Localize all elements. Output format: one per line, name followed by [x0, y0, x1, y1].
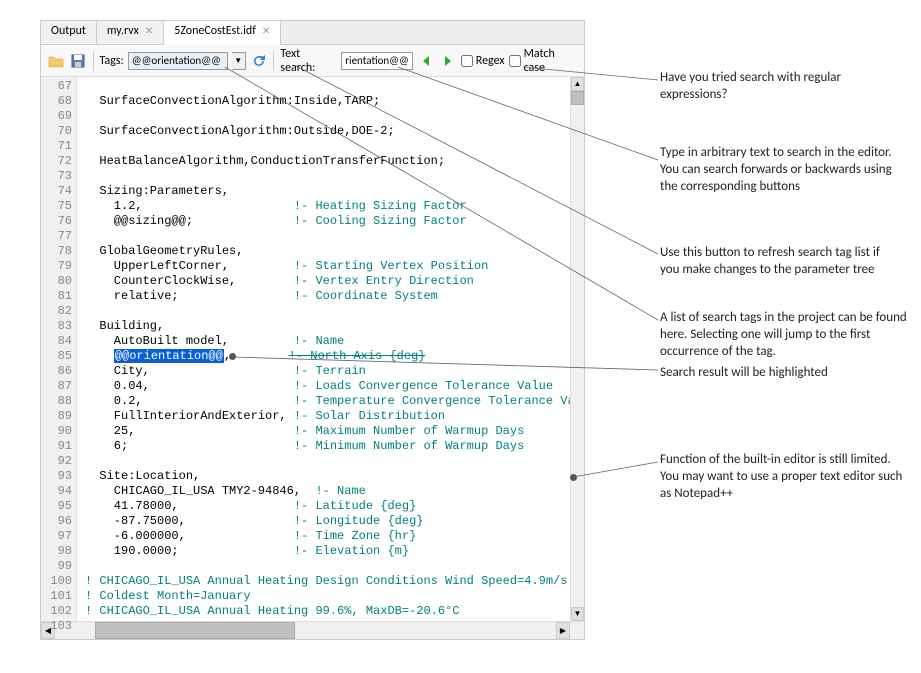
regex-checkbox-wrap[interactable]: Regex — [461, 54, 505, 68]
horizontal-scrollbar[interactable]: ◀ ▶ — [41, 621, 584, 639]
editor-window: Output my.rvx✕ 5ZoneCostEst.idf✕ Tags: ▼… — [40, 20, 585, 640]
hscroll-thumb[interactable] — [95, 622, 295, 639]
scroll-down-button[interactable]: ▼ — [571, 607, 584, 621]
anno-limited: Function of the built-in editor is still… — [660, 452, 910, 503]
matchcase-checkbox[interactable] — [509, 55, 521, 67]
close-icon[interactable]: ✕ — [145, 24, 153, 37]
tags-label: Tags: — [100, 54, 124, 68]
anno-highlight: Search result will be highlighted — [660, 365, 900, 382]
anno-refresh: Use this button to refresh search tag li… — [660, 245, 900, 279]
tab-bar: Output my.rvx✕ 5ZoneCostEst.idf✕ — [41, 21, 584, 45]
tab-myrvx[interactable]: my.rvx✕ — [97, 21, 164, 44]
scroll-right-button[interactable]: ▶ — [556, 622, 570, 639]
scroll-thumb[interactable] — [571, 91, 584, 105]
separator — [273, 51, 274, 71]
hscroll-track[interactable] — [55, 622, 556, 639]
tab-5zonecostest[interactable]: 5ZoneCostEst.idf✕ — [164, 21, 281, 45]
scroll-up-button[interactable]: ▲ — [571, 77, 584, 91]
line-number-gutter: 6768697071727374757677787980818283848586… — [41, 77, 77, 621]
scroll-corner — [570, 622, 584, 639]
open-folder-icon[interactable] — [47, 52, 65, 70]
matchcase-checkbox-wrap[interactable]: Match case — [509, 47, 578, 75]
refresh-icon[interactable] — [250, 52, 268, 70]
annotation-dot — [229, 353, 236, 360]
tags-dropdown-button[interactable]: ▼ — [232, 52, 246, 70]
anno-taglist: A list of search tags in the project can… — [660, 310, 910, 361]
regex-checkbox[interactable] — [461, 55, 473, 67]
tab-output[interactable]: Output — [41, 21, 97, 44]
search-next-icon[interactable] — [439, 52, 457, 70]
code-area: 6768697071727374757677787980818283848586… — [41, 77, 584, 621]
anno-textsearch: Type in arbitrary text to search in the … — [660, 145, 900, 196]
separator — [93, 51, 94, 71]
code-content[interactable]: SurfaceConvectionAlgorithm:Inside,TARP; … — [77, 77, 570, 621]
close-icon[interactable]: ✕ — [262, 24, 270, 37]
search-prev-icon[interactable] — [417, 52, 435, 70]
annotation-dot — [570, 474, 577, 481]
tags-input[interactable] — [128, 52, 228, 70]
search-input[interactable] — [341, 52, 413, 70]
anno-regex: Have you tried search with regular expre… — [660, 70, 870, 104]
save-icon[interactable] — [69, 52, 87, 70]
vertical-scrollbar[interactable]: ▲ ▼ — [570, 77, 584, 621]
search-label: Text search: — [280, 47, 337, 75]
toolbar: Tags: ▼ Text search: Regex Match case — [41, 45, 584, 77]
